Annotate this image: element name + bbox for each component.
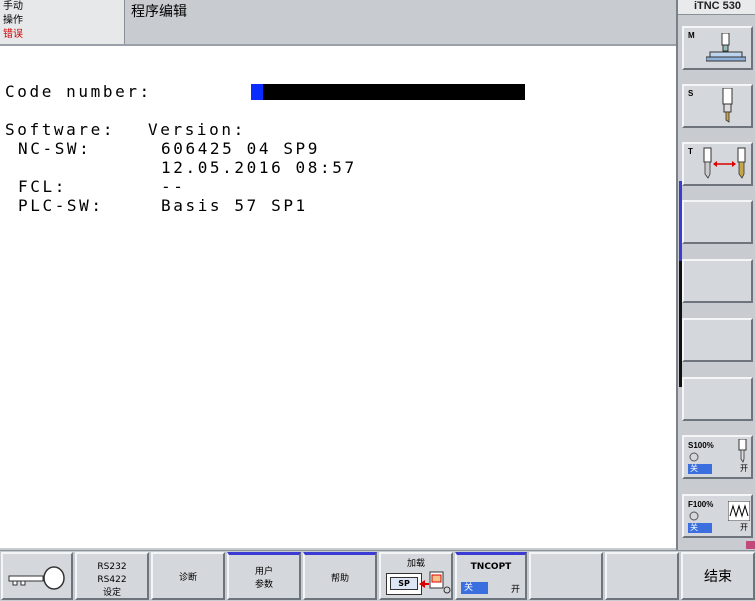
spindle-override-softkey[interactable]: S100% 关 开	[682, 435, 753, 479]
rs232-label: RS232	[97, 562, 127, 572]
s-function-softkey[interactable]: S	[682, 84, 753, 128]
usb-drive-icon	[429, 571, 451, 594]
end-label: 结束	[704, 569, 732, 585]
rs232-rs422-setup-softkey[interactable]: RS232 RS422 设定	[75, 552, 149, 600]
m-label: M	[688, 31, 695, 40]
spindle-small-icon	[738, 439, 747, 463]
version-label: Version:	[148, 120, 246, 139]
parameters-label: 参数	[254, 580, 273, 590]
sp-label: SP	[390, 577, 418, 590]
side-softkey-empty-5[interactable]	[682, 259, 753, 303]
nc-sw-version: 606425 04 SP9	[161, 139, 321, 158]
nc-sw-date: 12.05.2016 08:57	[161, 158, 357, 177]
tool-change-icon	[703, 147, 746, 179]
end-softkey[interactable]: 结束	[681, 552, 755, 600]
feed-override-label: F100%	[688, 500, 714, 509]
feed-override-on[interactable]: 开	[740, 522, 748, 533]
plc-sw-value: Basis 57 SP1	[161, 196, 308, 215]
code-number-input[interactable]	[251, 84, 525, 100]
nc-sw-label: NC-SW:	[18, 139, 92, 158]
diagnosis-softkey[interactable]: 诊断	[151, 552, 225, 600]
brand-label: iTNC 530	[678, 0, 755, 15]
main-screen: Code number: Software: Version: NC-SW: 6…	[0, 46, 676, 548]
pen-icon	[746, 541, 755, 549]
program-mode-title: 程序编辑	[131, 4, 187, 20]
tncopt-on[interactable]: 开	[511, 582, 520, 595]
spindle-table-icon	[706, 33, 746, 62]
feed-override-softkey[interactable]: F100% 关 开	[682, 494, 753, 538]
software-label: Software:	[5, 120, 116, 139]
load-service-pack-softkey[interactable]: 加载 SP	[379, 552, 453, 600]
tncopt-off[interactable]: 关	[461, 582, 488, 594]
operating-mode-box: 手动 操作 错误	[0, 0, 125, 44]
help-label: 帮助	[330, 574, 349, 584]
side-softkey-empty-6[interactable]	[682, 318, 753, 362]
tncopt-label: TNCOPT	[470, 562, 512, 572]
user-parameters-softkey[interactable]: 用户 参数	[227, 552, 301, 600]
help-softkey[interactable]: 帮助	[303, 552, 377, 600]
code-number-label: Code number:	[5, 82, 152, 101]
s-label: S	[688, 89, 694, 98]
bottom-softkey-empty-8[interactable]	[529, 552, 603, 600]
rs422-label: RS422	[97, 575, 127, 585]
feed-wave-icon	[728, 501, 750, 521]
key-icon	[8, 566, 65, 590]
spindle-override-off[interactable]: 关	[688, 464, 712, 474]
tncopt-softkey[interactable]: TNCOPT 关 开	[455, 552, 527, 600]
feed-override-off[interactable]: 关	[688, 523, 712, 533]
service-pack-icon: SP	[386, 573, 422, 595]
m-function-softkey[interactable]: M	[682, 26, 753, 70]
fcl-value: --	[161, 177, 186, 196]
setup-label: 设定	[102, 588, 121, 598]
side-softkey-empty-4[interactable]	[682, 200, 753, 244]
text-cursor	[251, 84, 263, 100]
key-softkey[interactable]	[1, 552, 73, 600]
user-label: 用户	[254, 567, 273, 577]
arrow-left-icon	[419, 580, 429, 588]
right-softkey-panel: iTNC 530 M S T S100% 关 开 F100% 关 开	[676, 0, 755, 552]
mode-manual: 手动	[3, 1, 23, 12]
dial-icon	[689, 452, 699, 462]
header-bar: 手动 操作 错误 程序编辑	[0, 0, 676, 46]
plc-sw-label: PLC-SW:	[18, 196, 104, 215]
bottom-softkey-empty-9[interactable]	[605, 552, 679, 600]
mode-operation: 操作	[3, 15, 23, 26]
mode-error[interactable]: 错误	[3, 29, 23, 41]
bottom-softkey-bar: RS232 RS422 设定 诊断 用户 参数 帮助 加载 SP TNCOPT …	[0, 550, 755, 601]
t-function-softkey[interactable]: T	[682, 142, 753, 186]
fcl-label: FCL:	[18, 177, 67, 196]
diagnosis-label: 诊断	[178, 573, 197, 583]
spindle-override-label: S100%	[688, 441, 714, 450]
spindle-icon	[722, 88, 733, 123]
dial-icon	[689, 511, 699, 521]
side-softkey-empty-7[interactable]	[682, 377, 753, 421]
